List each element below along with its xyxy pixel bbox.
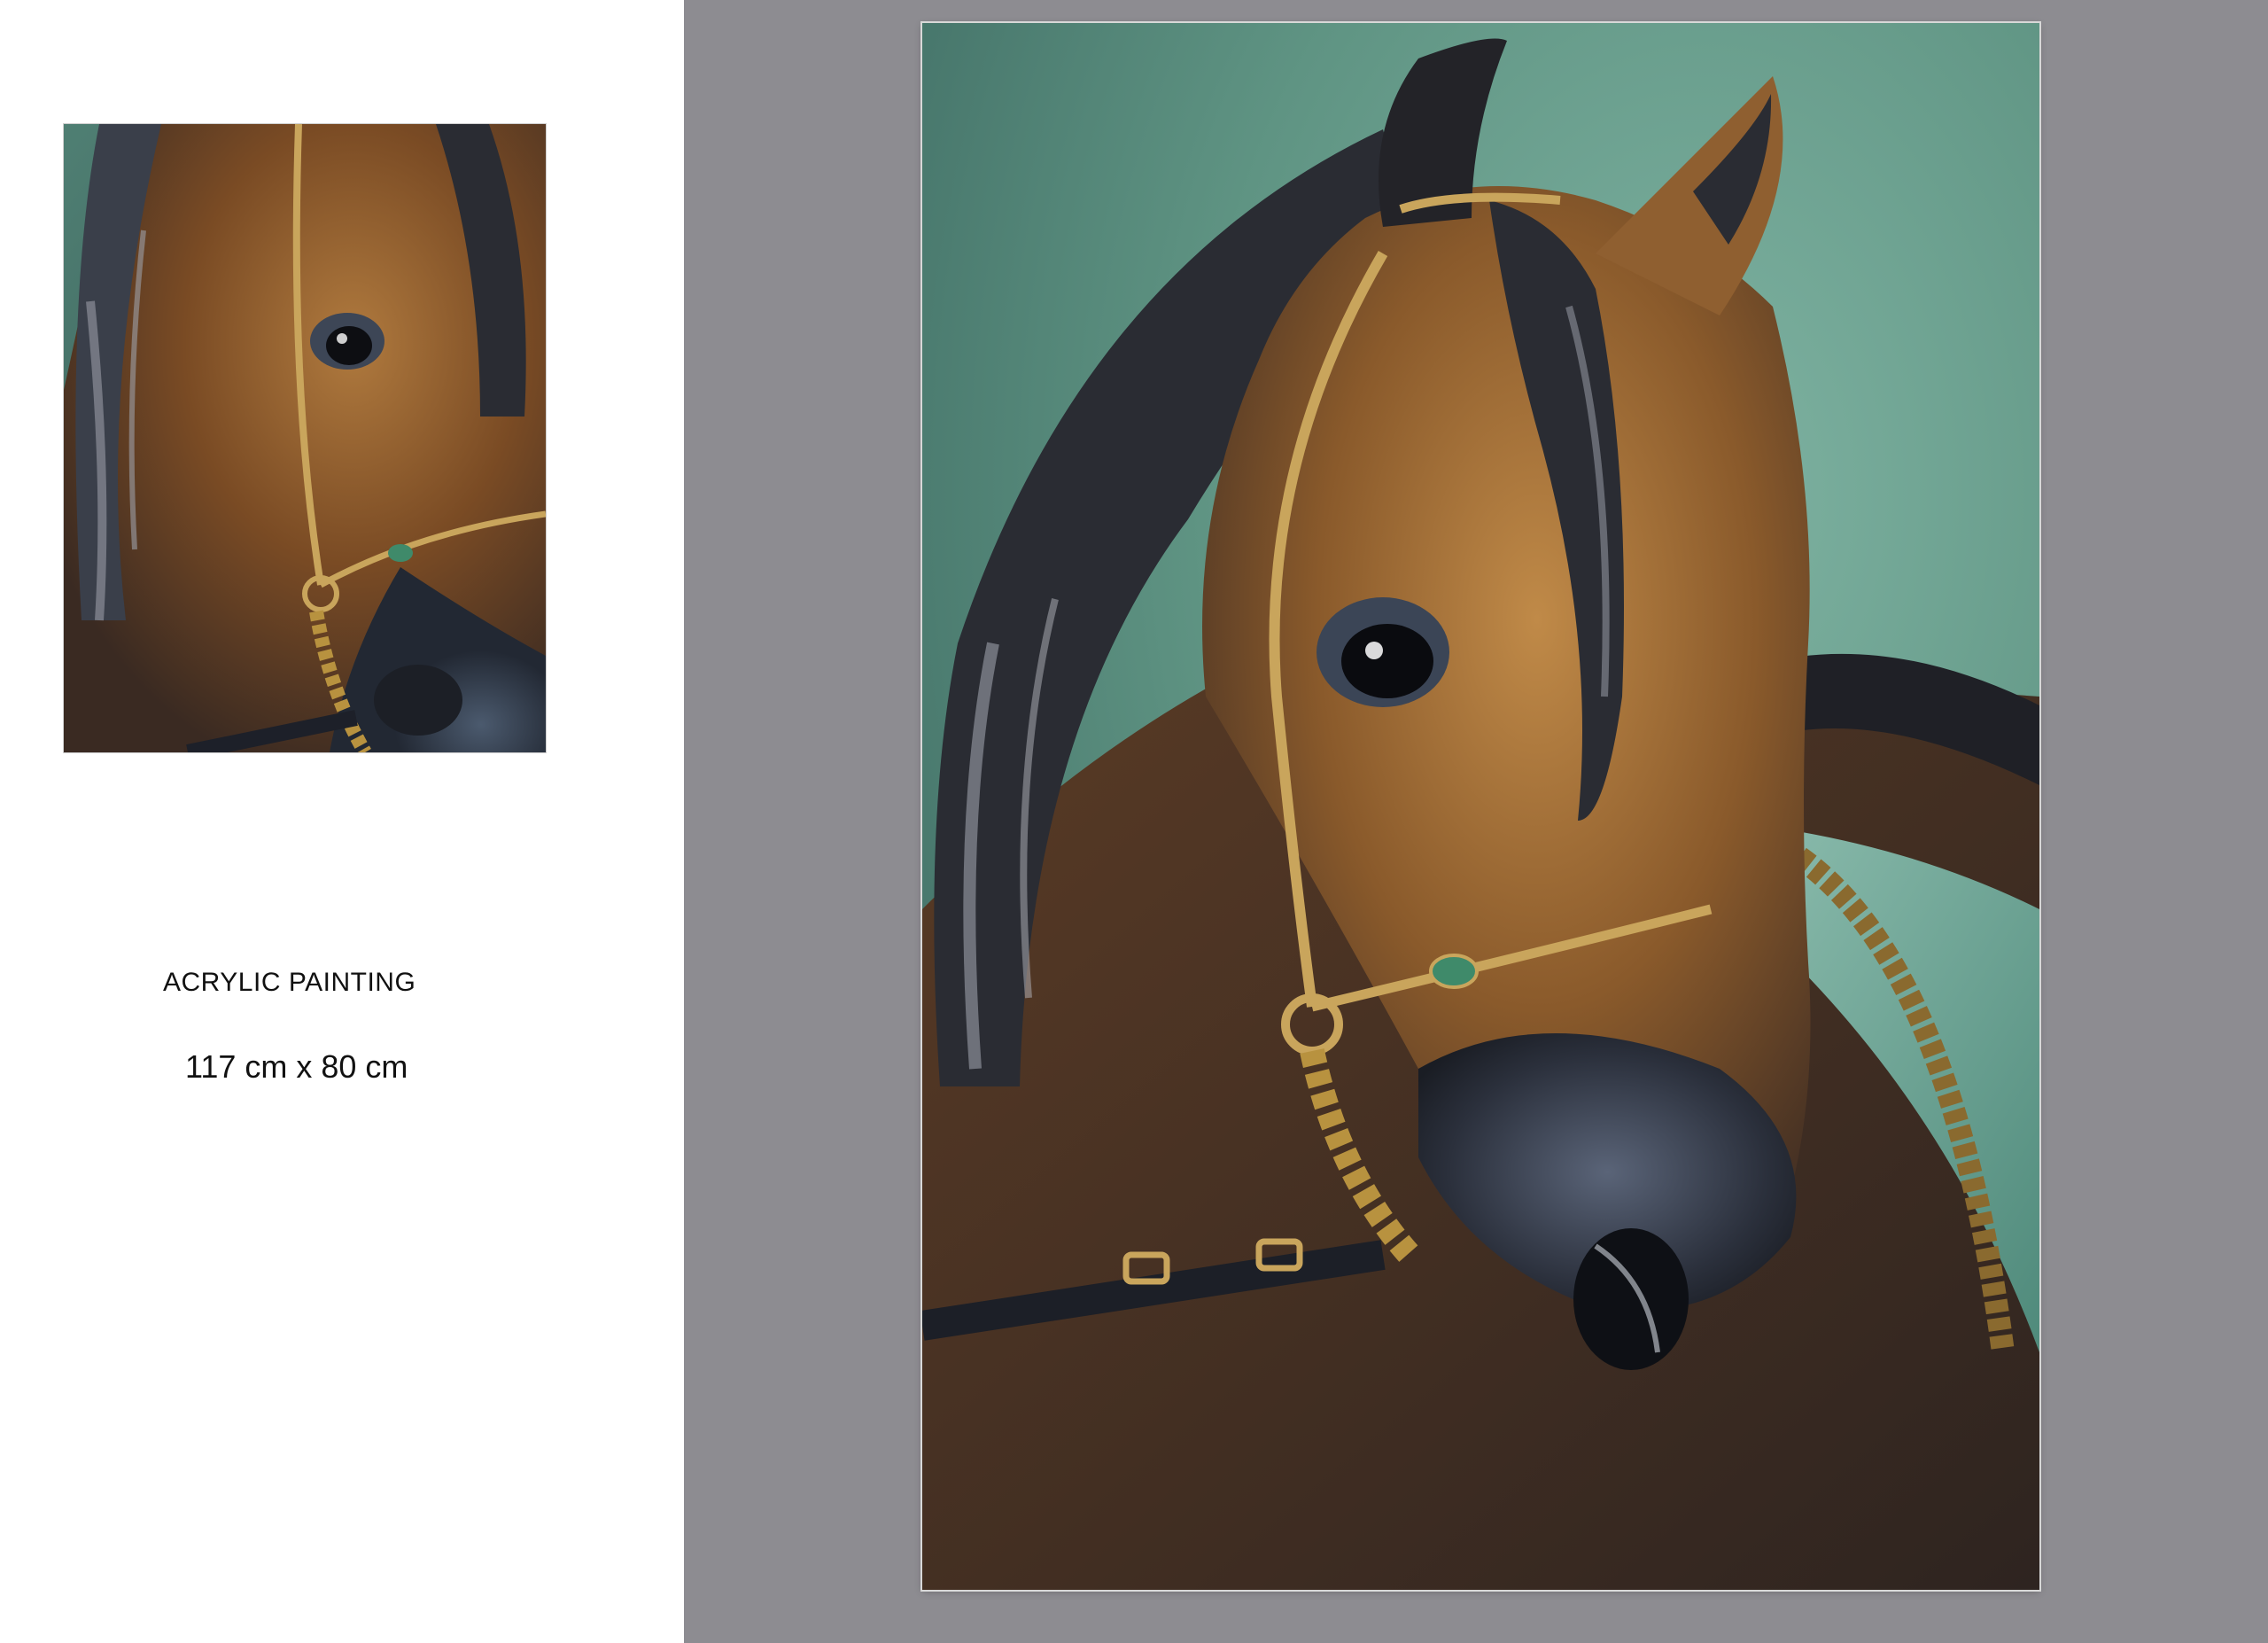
horse-detail-image [64,124,546,752]
painting-detail-thumbnail [64,124,546,752]
left-panel: ACRYLIC PAINTING 117 cm x 80 cm [0,0,684,1643]
page: ACRYLIC PAINTING 117 cm x 80 cm [0,0,2268,1643]
dimensions-label: 117 cm x 80 cm [185,1048,408,1085]
painting-full-view [922,23,2039,1590]
horse-full-image [922,23,2039,1590]
medium-label: ACRYLIC PAINTING [163,968,416,997]
